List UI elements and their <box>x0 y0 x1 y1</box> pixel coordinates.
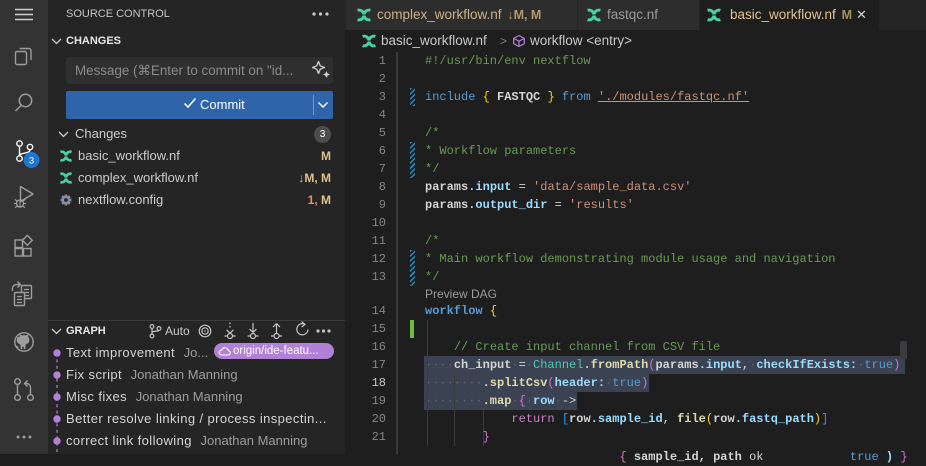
svg-text:3: 3 <box>29 156 34 167</box>
